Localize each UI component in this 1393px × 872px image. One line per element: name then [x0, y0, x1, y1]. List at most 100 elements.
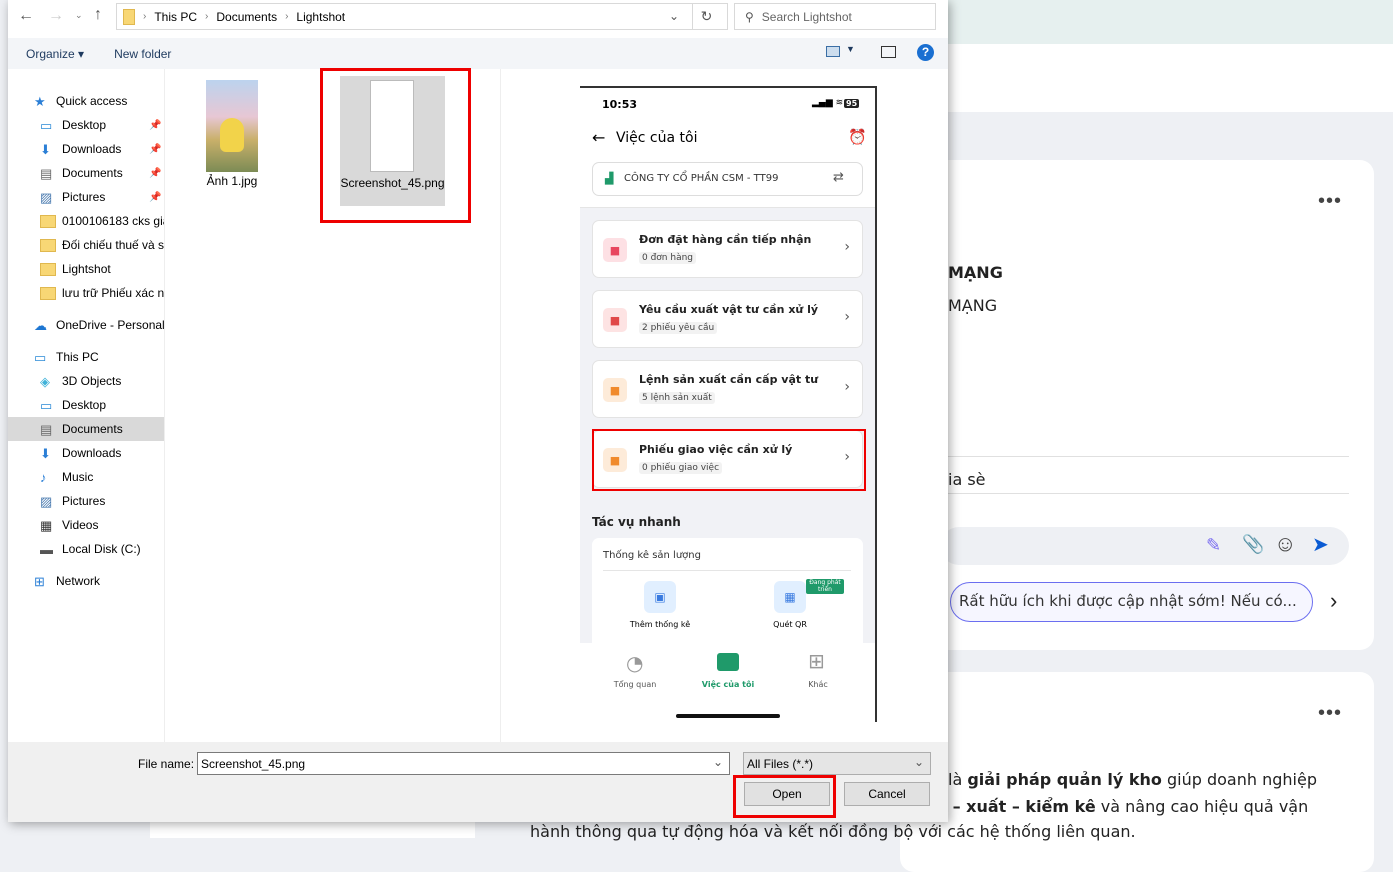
nav-item-onedrive-personal[interactable]: ☁ OneDrive - Personal [8, 313, 164, 337]
qr-icon: ▦ [774, 581, 806, 613]
nav-item-pictures[interactable]: ▨ Pictures 📌 [8, 185, 164, 209]
forward-icon[interactable]: → [48, 7, 64, 25]
back-arrow-icon: ← [592, 128, 606, 147]
nav-item-label: 3D Objects [62, 374, 122, 388]
chevron-down-icon[interactable]: ▼ [846, 44, 855, 54]
highlight-box [592, 429, 866, 491]
organize-button[interactable]: Organize ▾ [26, 47, 84, 61]
image-thumbnail[interactable] [206, 80, 258, 172]
briefcase-icon [717, 653, 739, 671]
file-name[interactable]: Ảnh 1.jpg [196, 174, 268, 188]
nav-item-local-disk-c-[interactable]: ▬ Local Disk (C:) [8, 537, 164, 561]
breadcrumb-item[interactable]: Lightshot [296, 10, 345, 24]
chevron-down-icon[interactable]: ⌄ [713, 755, 723, 769]
pic-icon: ▨ [40, 493, 53, 509]
nav-item-3d-objects[interactable]: ◈ 3D Objects [8, 369, 164, 393]
pc-icon: ▭ [34, 349, 47, 365]
chevron-down-icon[interactable]: ⌄ [914, 755, 924, 769]
search-icon: ⚲ [745, 9, 754, 24]
nav-item-downloads[interactable]: ⬇ Downloads 📌 [8, 137, 164, 161]
background-header-band [940, 0, 1393, 44]
task-count: 2 phiếu yêu cầu [639, 322, 718, 334]
nav-item-videos[interactable]: ▦ Videos [8, 513, 164, 537]
send-icon[interactable]: ➤ [1312, 532, 1329, 557]
nav-item-desktop[interactable]: ▭ Desktop [8, 393, 164, 417]
3d-icon: ◈ [40, 373, 50, 389]
nav-item-pictures[interactable]: ▨ Pictures [8, 489, 164, 513]
nav-item--i-chi-u-thu-v-s-[interactable]: Đối chiếu thuế và số [8, 233, 164, 257]
nav-item-0100106183-cks-gia[interactable]: 0100106183 cks gia [8, 209, 164, 233]
back-icon[interactable]: ← [18, 7, 34, 25]
cancel-button[interactable]: Cancel [844, 782, 930, 806]
task-card: ■ Đơn đặt hàng cần tiếp nhận 0 đơn hàng › [592, 220, 863, 278]
new-folder-button[interactable]: New folder [114, 47, 171, 61]
text: là [948, 770, 968, 789]
home-indicator [676, 714, 780, 718]
breadcrumb-item[interactable]: This PC [154, 10, 197, 24]
task-title: Đơn đặt hàng cần tiếp nhận [639, 233, 812, 246]
chevron-down-icon[interactable]: ⌄ [669, 9, 679, 23]
more-options-icon[interactable]: ••• [1318, 702, 1342, 725]
nav-item-desktop[interactable]: ▭ Desktop 📌 [8, 113, 164, 137]
background-panel [150, 822, 475, 838]
refresh-icon[interactable]: ↻ [692, 3, 720, 30]
music-icon: ♪ [40, 469, 47, 485]
nav-item-network[interactable]: ⊞ Network [8, 569, 164, 593]
file-type-select[interactable]: All Files (*.*) ⌄ [743, 752, 931, 775]
nav-item-label: Desktop [62, 118, 107, 132]
post-card: ••• là giải pháp quản lý kho giúp doanh … [530, 672, 1374, 872]
preview-pane-icon[interactable] [881, 46, 896, 58]
highlight-box [320, 68, 471, 223]
attach-icon[interactable]: 📎 [1242, 534, 1264, 555]
view-options-icon[interactable] [826, 46, 840, 57]
nav-item-quick-access[interactable]: ★ Quick access [8, 89, 164, 113]
nav-item-downloads[interactable]: ⬇ Downloads [8, 441, 164, 465]
nav-item-label: Documents [62, 166, 123, 180]
network-icon: ⊞ [34, 573, 45, 589]
search-placeholder: Search Lightshot [761, 9, 852, 24]
nav-item-label: Downloads [62, 446, 122, 460]
pin-icon: 📌 [149, 191, 162, 203]
nav-item-documents[interactable]: ▤ Documents 📌 [8, 161, 164, 185]
nav-item-label: Desktop [62, 398, 107, 412]
pin-icon: 📌 [149, 143, 162, 155]
download-icon: ⬇ [40, 141, 51, 157]
suggestion-chip[interactable]: Rất hữu ích khi được cập nhật sớm! Nếu c… [950, 582, 1313, 622]
nav-item-label: This PC [56, 350, 99, 364]
task-title: Lệnh sản xuất cần cấp vật tư [639, 373, 819, 386]
folder-icon [123, 8, 135, 25]
nav-item-label: Music [62, 470, 94, 484]
emoji-icon[interactable]: ☺ [1274, 531, 1296, 557]
text-bold: giải pháp quản lý kho [967, 770, 1162, 789]
chevron-right-icon[interactable]: › [1330, 588, 1337, 614]
nav-item-label: Đối chiếu thuế và số [62, 238, 164, 252]
quick-actions-title: Tác vụ nhanh [592, 515, 681, 529]
nav-item-label: 0100106183 cks gia [62, 214, 164, 228]
share-action[interactable]: ia sè [948, 470, 986, 489]
toolbar: Organize ▾ New folder ▼ ? [8, 38, 948, 69]
ai-write-icon[interactable]: ✎ [1206, 535, 1221, 556]
task-count: 5 lệnh sản xuất [639, 392, 715, 404]
nav-item-label: Pictures [62, 190, 106, 204]
quick-card-title: Thống kê sản lượng [603, 550, 701, 561]
search-input[interactable]: ⚲ Search Lightshot [734, 3, 936, 30]
nav-item-music[interactable]: ♪ Music [8, 465, 164, 489]
up-icon[interactable]: ↑ [94, 6, 102, 24]
recent-dropdown-icon[interactable]: ⌄ [75, 10, 83, 21]
more-options-icon[interactable]: ••• [1318, 190, 1342, 213]
nav-item-documents[interactable]: ▤ Documents [8, 417, 164, 441]
alarm-icon: ⏰ [848, 128, 867, 146]
nav-item-l-u-tr-phi-u-x-c-nh[interactable]: lưu trữ Phiếu xác nh [8, 281, 164, 305]
chevron-right-icon: › [844, 309, 850, 325]
breadcrumb-item[interactable]: Documents [216, 10, 277, 24]
file-name-input[interactable]: Screenshot_45.png ⌄ [197, 752, 730, 775]
help-icon[interactable]: ? [917, 44, 934, 61]
nav-item-label: Lightshot [62, 262, 111, 276]
comment-input[interactable]: ✎ 📎 ☺ ➤ [940, 527, 1349, 565]
download-icon: ⬇ [40, 445, 51, 461]
screen-title: Việc của tôi [616, 130, 698, 146]
switch-icon: ⇄ [833, 170, 844, 185]
nav-item-this-pc[interactable]: ▭ This PC [8, 345, 164, 369]
address-bar[interactable]: › This PC › Documents › Lightshot ⌄ ↻ [116, 3, 728, 30]
nav-item-lightshot[interactable]: Lightshot [8, 257, 164, 281]
